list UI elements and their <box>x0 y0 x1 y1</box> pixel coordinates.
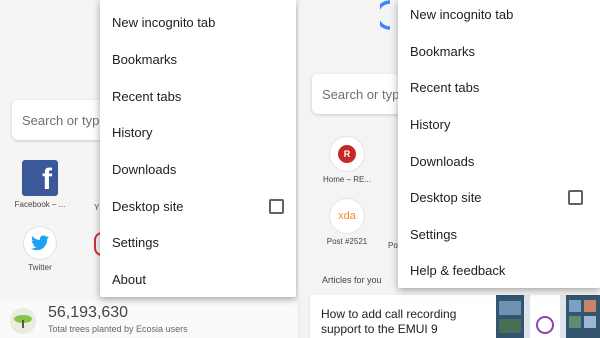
menu-item-label: Settings <box>112 234 159 250</box>
menu-item-desktop-site[interactable]: Desktop site <box>398 179 600 215</box>
overflow-menu: New incognito tab Bookmarks Recent tabs … <box>100 0 296 297</box>
article-thumbnail <box>496 295 600 338</box>
tile-label: Facebook – ... <box>14 200 66 209</box>
menu-item-label: Recent tabs <box>410 79 480 95</box>
menu-item-label: Bookmarks <box>410 43 476 59</box>
tile-twitter[interactable]: Twitter <box>8 227 72 272</box>
menu-item-label: New incognito tab <box>410 6 514 22</box>
menu-item-downloads[interactable]: Downloads <box>398 143 600 179</box>
menu-item-new-incognito-tab[interactable]: New incognito tab <box>100 4 296 40</box>
article-card[interactable]: How to add call recording support to the… <box>310 295 600 338</box>
overflow-menu: New incognito tab Bookmarks Recent tabs … <box>398 0 600 288</box>
twitter-icon <box>24 227 56 259</box>
right-phone-screen: Search or type R Home – RE... xda Post #… <box>300 0 600 338</box>
menu-item-history[interactable]: History <box>398 106 600 142</box>
facebook-icon: f <box>22 160 58 196</box>
menu-item-help-feedback[interactable]: Help & feedback <box>398 252 600 288</box>
menu-item-history[interactable]: History <box>100 114 296 150</box>
menu-item-label: Help & feedback <box>410 262 506 278</box>
site-letter: R <box>338 145 356 163</box>
trees-count-label: Total trees planted by Ecosia users <box>48 324 188 334</box>
tree-icon <box>10 308 36 334</box>
menu-item-label: Downloads <box>112 161 177 177</box>
menu-item-label: About <box>112 271 146 287</box>
menu-item-recent-tabs[interactable]: Recent tabs <box>398 69 600 105</box>
menu-item-label: History <box>410 116 451 132</box>
menu-item-bookmarks[interactable]: Bookmarks <box>398 33 600 69</box>
menu-item-settings[interactable]: Settings <box>100 224 296 260</box>
menu-item-recent-tabs[interactable]: Recent tabs <box>100 78 296 114</box>
menu-item-label: Desktop site <box>410 189 482 205</box>
menu-item-new-incognito-tab[interactable]: New incognito tab <box>398 0 600 32</box>
xda-icon-text: xda <box>338 210 356 222</box>
menu-item-label: History <box>112 124 153 140</box>
search-placeholder: Search or type <box>322 86 407 102</box>
tile-post-2521[interactable]: xda Post #2521 <box>312 199 382 246</box>
tile-label: Post #2521 <box>326 237 368 246</box>
tile-facebook[interactable]: f Facebook – ... <box>8 160 72 209</box>
tile-home-re[interactable]: R Home – RE... <box>312 137 382 184</box>
site-r-icon: R <box>330 137 364 171</box>
menu-item-settings[interactable]: Settings <box>398 216 600 252</box>
trees-stats: 56,193,630 Total trees planted by Ecosia… <box>0 300 298 338</box>
xda-icon: xda <box>330 199 364 233</box>
search-placeholder: Search or type <box>22 112 107 128</box>
menu-item-downloads[interactable]: Downloads <box>100 151 296 187</box>
menu-item-label: Settings <box>410 226 457 242</box>
tile-label: Home – RE... <box>322 175 371 184</box>
desktop-site-checkbox[interactable] <box>269 199 284 214</box>
article-title: How to add call recording support to the… <box>321 307 457 336</box>
menu-item-about[interactable]: About <box>100 261 296 297</box>
tile-partial-label: Po <box>388 241 398 250</box>
left-phone-screen: Search or type f Facebook – ... Y Twitte… <box>0 0 298 338</box>
tile-partial-label: Y <box>94 203 100 212</box>
articles-header: Articles for you <box>322 275 382 285</box>
menu-item-bookmarks[interactable]: Bookmarks <box>100 41 296 77</box>
tile-label: Twitter <box>28 263 52 272</box>
trees-count: 56,193,630 <box>48 304 129 321</box>
menu-item-label: Recent tabs <box>112 88 182 104</box>
menu-item-label: New incognito tab <box>112 14 216 30</box>
menu-item-label: Bookmarks <box>112 51 178 67</box>
menu-item-label: Downloads <box>410 153 475 169</box>
menu-item-label: Desktop site <box>112 198 184 214</box>
menu-item-desktop-site[interactable]: Desktop site <box>100 188 296 224</box>
desktop-site-checkbox[interactable] <box>568 190 583 205</box>
